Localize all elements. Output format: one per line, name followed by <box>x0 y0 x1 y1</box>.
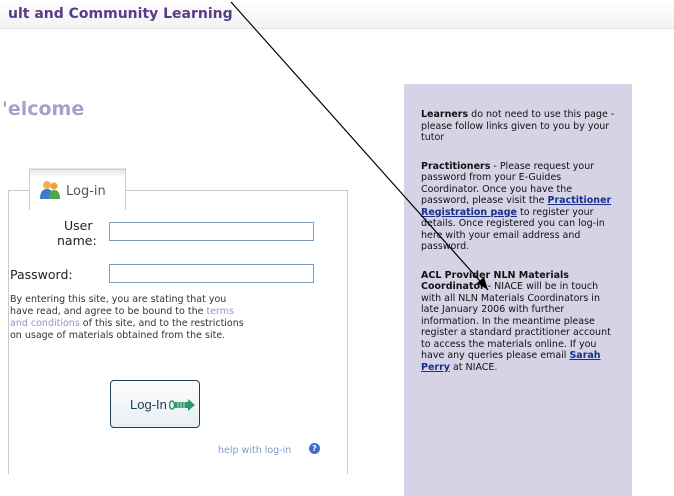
people-icon <box>40 181 60 199</box>
info-coordinator-text-b: at NIACE. <box>449 361 498 373</box>
arrow-right-icon <box>169 399 195 411</box>
username-label-line2: name: <box>57 233 97 248</box>
password-label: Password: <box>10 267 73 282</box>
login-button[interactable]: Log-In <box>110 380 200 428</box>
info-learners: Learners do not need to use this page - … <box>421 109 620 144</box>
info-learners-bold: Learners <box>421 109 469 120</box>
info-practitioners: Practitioners - Please request your pass… <box>421 161 620 253</box>
username-label-line1: User <box>64 218 93 233</box>
password-input[interactable] <box>109 264 314 283</box>
login-heading: Log-in <box>66 184 106 199</box>
site-title: ult and Community Learning <box>8 6 233 22</box>
top-banner: ult and Community Learning <box>0 0 674 29</box>
login-button-label: Log-In <box>130 397 167 412</box>
terms-notice: By entering this site, you are stating t… <box>10 294 330 342</box>
login-tab-highlight <box>30 170 125 176</box>
terms-link-a[interactable]: terms <box>206 306 234 317</box>
username-input[interactable] <box>109 222 314 241</box>
terms-text-4: on usage of materials obtained from the … <box>10 330 226 341</box>
help-login-link[interactable]: help with log-in <box>218 445 291 456</box>
welcome-heading: 'elcome <box>2 98 85 120</box>
info-panel: Learners do not need to use this page - … <box>404 84 632 496</box>
info-coordinator-text-a: - NIACE will be in touch with all NLN Ma… <box>421 281 611 361</box>
terms-link-b[interactable]: and conditions <box>10 318 80 329</box>
terms-text-2: have read, and agree to be bound to the <box>10 306 204 317</box>
help-icon[interactable]: ? <box>309 443 320 454</box>
info-coordinator: ACL Provider NLN Materials Coordinator -… <box>421 270 620 374</box>
terms-text-3: of this site, and to the restrictions <box>82 318 244 329</box>
info-practitioners-bold: Practitioners <box>421 160 491 172</box>
terms-text-1: By entering this site, you are stating t… <box>10 294 227 305</box>
